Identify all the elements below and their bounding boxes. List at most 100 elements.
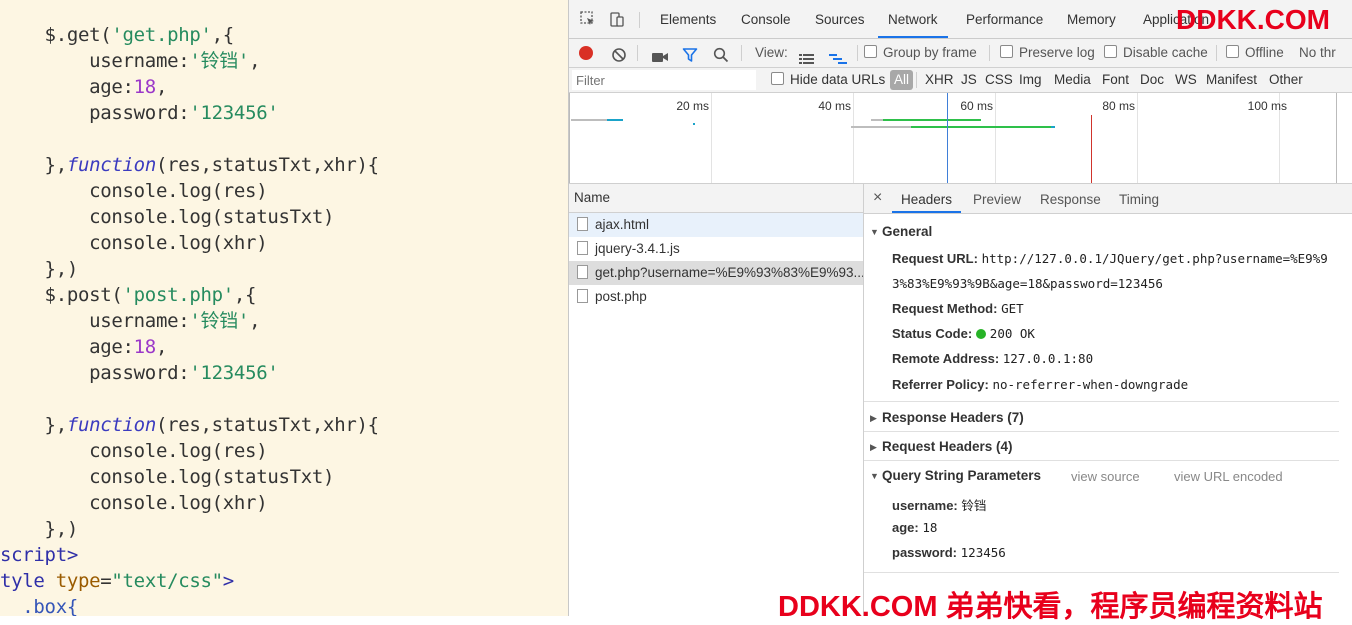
timeline-request-bar (911, 126, 1051, 128)
inspect-element-icon[interactable] (579, 10, 597, 28)
timeline-request-bar (607, 119, 623, 121)
tab-elements[interactable]: Elements (660, 12, 716, 38)
code-token: $.get( (0, 24, 112, 46)
timeline-gridline (569, 93, 570, 183)
view-url-encoded-link[interactable]: view URL encoded (1174, 469, 1283, 484)
filter-type-doc[interactable]: Doc (1140, 68, 1164, 92)
filter-type-css[interactable]: CSS (985, 68, 1013, 92)
code-line[interactable]: console.log(xhr) (0, 230, 268, 256)
tab-response[interactable]: Response (1040, 184, 1101, 213)
offline-checkbox[interactable]: Offline (1226, 39, 1284, 67)
filter-type-manifest[interactable]: Manifest (1206, 68, 1257, 92)
filter-type-js[interactable]: JS (961, 68, 977, 92)
filter-type-media[interactable]: Media (1054, 68, 1091, 92)
query-param-key: age: (892, 520, 919, 535)
tab-performance[interactable]: Performance (966, 12, 1043, 38)
filter-type-other[interactable]: Other (1269, 68, 1303, 92)
request-headers-toggle[interactable]: ▶ Request Headers (4) (870, 439, 1013, 454)
code-token: tyle (0, 570, 56, 592)
request-method-label: Request Method: (892, 301, 998, 316)
code-line[interactable]: username:'铃铛', (0, 48, 260, 74)
clear-icon[interactable] (611, 45, 627, 62)
query-param-value: 铃铛 (961, 498, 987, 513)
code-line[interactable]: },) (0, 516, 79, 542)
throttling-select[interactable]: No thr (1299, 39, 1336, 67)
filter-type-ws[interactable]: WS (1175, 68, 1197, 92)
filter-icon[interactable] (682, 45, 698, 62)
record-icon[interactable] (579, 46, 593, 60)
group-by-frame-checkbox[interactable]: Group by frame (864, 39, 977, 67)
close-icon[interactable]: × (873, 184, 882, 213)
hide-data-urls-checkbox[interactable]: Hide data URLs (771, 68, 885, 92)
triangle-right-icon: ▶ (870, 442, 877, 452)
tab-network[interactable]: Network (878, 12, 948, 38)
file-icon (577, 289, 588, 303)
general-section-toggle[interactable]: ▼ General (870, 224, 932, 239)
code-line[interactable]: .box{ (0, 594, 78, 616)
tab-sources[interactable]: Sources (815, 12, 865, 38)
code-line[interactable]: console.log(statusTxt) (0, 204, 334, 230)
preserve-log-checkbox[interactable]: Preserve log (1000, 39, 1095, 67)
filter-input[interactable] (572, 70, 756, 90)
request-row[interactable]: get.php?username=%E9%93%83%E9%93... (569, 261, 863, 285)
waterfall-view-icon[interactable] (829, 47, 847, 64)
tab-memory[interactable]: Memory (1067, 12, 1116, 38)
code-line[interactable]: console.log(res) (0, 178, 268, 204)
request-headers-title: Request Headers (4) (882, 439, 1013, 454)
code-line[interactable]: },function(res,statusTxt,xhr){ (0, 152, 380, 178)
code-line[interactable]: age:18, (0, 334, 167, 360)
code-line[interactable]: password:'123456' (0, 100, 279, 126)
tab-console[interactable]: Console (741, 12, 791, 38)
code-token: password: (0, 102, 190, 124)
filter-type-all[interactable]: All (890, 70, 914, 90)
code-line[interactable]: script> (0, 542, 78, 568)
code-line[interactable]: password:'123456' (0, 360, 279, 386)
tab-timing[interactable]: Timing (1119, 184, 1159, 213)
code-token: ,{ (211, 24, 235, 46)
view-source-link[interactable]: view source (1071, 469, 1140, 484)
filter-type-xhr[interactable]: XHR (925, 68, 954, 92)
disable-cache-checkbox[interactable]: Disable cache (1104, 39, 1208, 67)
code-line[interactable]: },) (0, 256, 79, 282)
request-row[interactable]: jquery-3.4.1.js (569, 237, 863, 261)
search-icon[interactable] (713, 45, 729, 63)
code-token: '铃铛' (189, 310, 250, 332)
code-token: function (66, 154, 156, 176)
timeline-overview[interactable]: 20 ms 40 ms 60 ms 80 ms 100 ms (569, 93, 1352, 184)
filter-type-font[interactable]: Font (1102, 68, 1129, 92)
code-line[interactable]: username:'铃铛', (0, 308, 260, 334)
query-string-toggle[interactable]: ▼ Query String Parameters (870, 468, 1041, 483)
code-token: (res,statusTxt,xhr){ (155, 154, 379, 176)
code-line[interactable]: console.log(res) (0, 438, 268, 464)
code-line[interactable]: tyle type="text/css"> (0, 568, 234, 594)
tab-preview[interactable]: Preview (973, 184, 1021, 213)
code-line[interactable]: $.get('get.php',{ (0, 22, 235, 48)
name-column-header[interactable]: Name (569, 184, 863, 213)
code-line[interactable]: },function(res,statusTxt,xhr){ (0, 412, 380, 438)
request-row[interactable]: post.php (569, 285, 863, 309)
file-icon (577, 241, 588, 255)
screenshot-capture-icon[interactable] (651, 46, 669, 62)
request-details-panel: × Headers Preview Response Timing ▼ Gener… (864, 184, 1352, 616)
watermark-bottom: DDKK.COM 弟弟快看，程序员编程资料站 (778, 591, 1323, 623)
tab-headers[interactable]: Headers (892, 184, 962, 213)
watermark-top: DDKK.COM (1176, 4, 1330, 35)
code-line[interactable]: console.log(xhr) (0, 490, 268, 516)
response-headers-toggle[interactable]: ▶ Response Headers (7) (870, 410, 1024, 425)
file-icon (577, 217, 588, 231)
code-token: > (222, 570, 234, 592)
request-url-value-cont: 3%83%E9%93%9B&age=18&password=123456 (892, 276, 1163, 291)
code-token: script> (0, 544, 78, 566)
timeline-gridline (711, 93, 712, 183)
details-tab-bar: × Headers Preview Response Timing (864, 184, 1352, 214)
query-param-key: password: (892, 545, 958, 560)
large-rows-icon[interactable] (799, 47, 814, 64)
device-toolbar-icon[interactable] (608, 10, 626, 28)
filter-type-img[interactable]: Img (1019, 68, 1042, 92)
code-line[interactable]: console.log(statusTxt) (0, 464, 334, 490)
request-name: ajax.html (595, 217, 650, 232)
code-line[interactable]: age:18, (0, 74, 167, 100)
code-editor[interactable]: $.get('get.php',{ username:'铃铛', age:18,… (0, 0, 568, 616)
request-row[interactable]: ajax.html (569, 213, 863, 237)
code-line[interactable]: $.post('post.php',{ (0, 282, 257, 308)
